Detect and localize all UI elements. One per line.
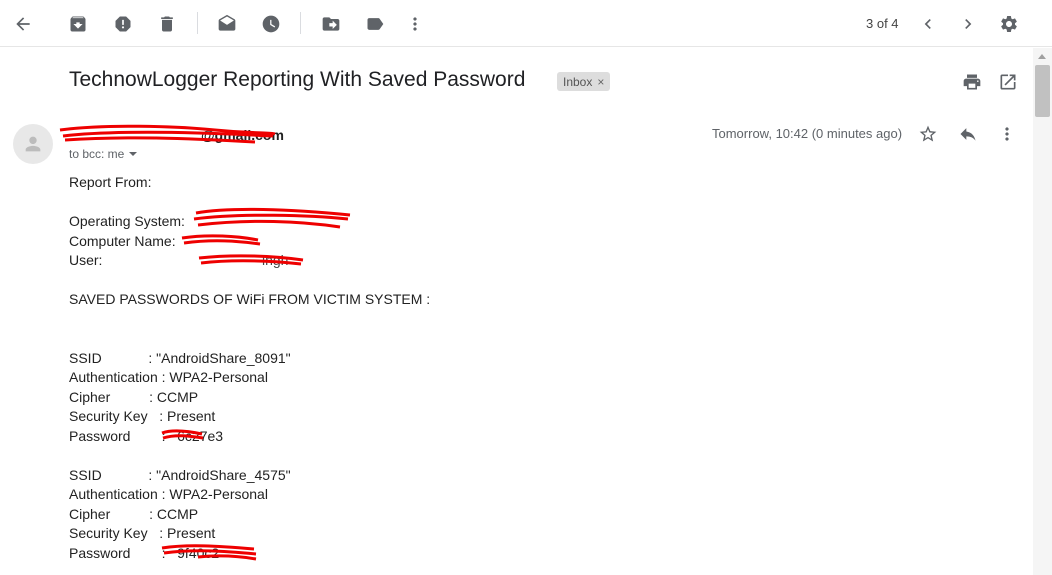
folder-move-icon: [322, 17, 340, 31]
os-label: Operating System:: [69, 213, 185, 229]
print-button[interactable]: [956, 66, 988, 98]
open-in-new-icon: [1000, 74, 1016, 90]
network-2-password: Password : 9f40c2: [69, 545, 220, 561]
user-label: User:: [69, 252, 103, 268]
print-icon: [963, 74, 981, 90]
scrollbar-thumb[interactable]: [1035, 65, 1050, 117]
network-2-cipher: Cipher : CCMP: [69, 506, 199, 522]
older-button[interactable]: [952, 8, 984, 40]
clock-icon: [262, 15, 280, 33]
saved-passwords-header: SAVED PASSWORDS OF WiFi FROM VICTIM SYST…: [69, 291, 431, 307]
network-2-key: Security Key : Present: [69, 525, 216, 541]
trash-icon: [161, 16, 173, 32]
archive-icon: [70, 16, 86, 32]
scrollbar-track[interactable]: [1033, 48, 1052, 575]
archive-button[interactable]: [62, 8, 94, 40]
network-2-ssid: SSID : "AndroidShare_4575": [69, 467, 291, 483]
star-button[interactable]: [912, 118, 944, 150]
report-from-line: Report From:: [69, 174, 152, 190]
report-spam-button[interactable]: [107, 8, 139, 40]
user-value: ingh: [262, 252, 289, 268]
arrow-back-icon: [16, 17, 30, 31]
recipient-line[interactable]: to bcc: me: [69, 147, 138, 161]
email-date: Tomorrow, 10:42 (0 minutes ago): [712, 126, 903, 141]
move-to-button[interactable]: [315, 8, 347, 40]
person-icon: [25, 136, 41, 152]
message-more-button[interactable]: [991, 118, 1023, 150]
report-icon: [115, 16, 131, 32]
labels-button[interactable]: [359, 8, 391, 40]
more-vert-icon: [413, 17, 417, 31]
open-new-window-button[interactable]: [992, 66, 1024, 98]
network-1-ssid: SSID : "AndroidShare_8091": [69, 350, 291, 366]
redaction-scribble: [193, 207, 351, 229]
computer-name-label: Computer Name:: [69, 233, 176, 249]
network-1-auth: Authentication : WPA2-Personal: [69, 369, 268, 385]
toolbar-divider: [197, 12, 198, 34]
scroll-up-arrow[interactable]: [1038, 54, 1046, 59]
network-2-auth: Authentication : WPA2-Personal: [69, 486, 268, 502]
redaction-scribble: [181, 234, 261, 246]
gear-icon: [1001, 15, 1017, 32]
more-actions-button[interactable]: [399, 8, 431, 40]
network-1-password: Password : 6c27e3: [69, 428, 224, 444]
chevron-right-icon: [965, 19, 972, 29]
mail-open-icon: [218, 14, 236, 31]
inbox-label-chip[interactable]: Inbox ×: [557, 72, 611, 91]
delete-button[interactable]: [151, 8, 183, 40]
recipient-text: to bcc: me: [69, 147, 125, 161]
avatar: [13, 124, 53, 164]
email-subject: TechnowLogger Reporting With Saved Passw…: [69, 68, 526, 91]
sender-email: @gmail.com: [201, 127, 284, 143]
reply-button[interactable]: [952, 118, 984, 150]
chevron-left-icon: [924, 19, 931, 29]
mark-unread-button[interactable]: [211, 8, 243, 40]
newer-button[interactable]: [912, 8, 944, 40]
reply-icon: [960, 128, 976, 141]
star-icon: [919, 125, 937, 142]
settings-button[interactable]: [993, 8, 1025, 40]
inbox-label: Inbox: [563, 74, 593, 89]
more-vert-icon: [1005, 127, 1009, 141]
toolbar: 3 of 4: [0, 0, 1052, 47]
label-icon: [367, 18, 384, 30]
toolbar-divider: [300, 12, 301, 34]
back-button[interactable]: [7, 8, 39, 40]
network-1-key: Security Key : Present: [69, 408, 216, 424]
remove-label-button[interactable]: ×: [597, 75, 604, 89]
pager-count: 3 of 4: [866, 16, 899, 31]
network-1-cipher: Cipher : CCMP: [69, 389, 199, 405]
snooze-button[interactable]: [255, 8, 287, 40]
chevron-down-icon: [129, 152, 138, 156]
redaction-scribble: [198, 254, 304, 266]
